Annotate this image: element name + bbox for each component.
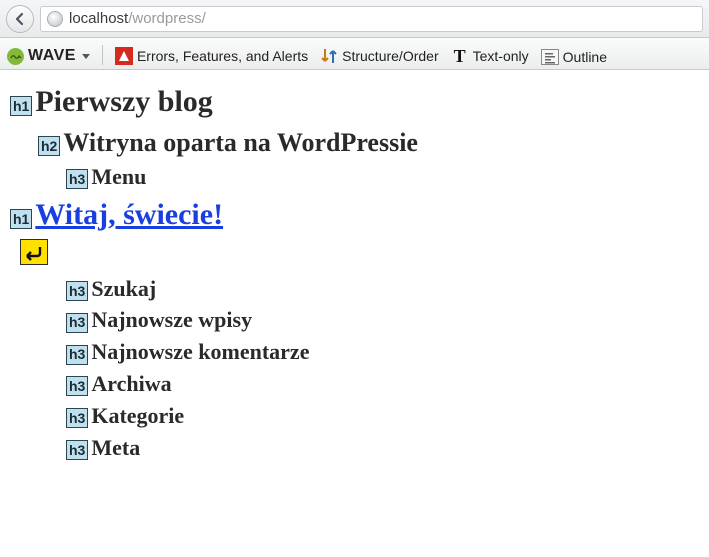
heading-badge-h3: h3 — [66, 345, 88, 365]
structure-icon — [320, 47, 338, 65]
heading-badge-h2: h2 — [38, 136, 60, 156]
outline-row: h2 Witryna oparta na WordPressie — [38, 124, 699, 162]
text-only-button[interactable]: T Text-only — [448, 45, 532, 69]
outline-icon — [541, 49, 559, 65]
heading-text: Pierwszy blog — [35, 80, 212, 124]
errors-features-alerts-button[interactable]: Errors, Features, and Alerts — [112, 45, 311, 69]
outline-row: h3 Meta — [66, 432, 699, 464]
heading-badge-h1: h1 — [10, 96, 32, 116]
heading-text: Witryna oparta na WordPressie — [63, 124, 418, 162]
errors-icon — [115, 47, 133, 65]
url-input[interactable]: localhost/wordpress/ — [40, 6, 703, 32]
url-host: localhost — [69, 10, 128, 27]
heading-text: Najnowsze komentarze — [91, 336, 309, 368]
heading-badge-h3: h3 — [66, 440, 88, 460]
text-only-label: Text-only — [473, 48, 529, 64]
outline-row: h3 Archiwa — [66, 368, 699, 400]
url-path: /wordpress/ — [128, 10, 206, 27]
errors-label: Errors, Features, and Alerts — [137, 48, 308, 64]
heading-badge-h3: h3 — [66, 408, 88, 428]
outline-row: h3 Szukaj — [66, 273, 699, 305]
back-button[interactable] — [6, 5, 34, 33]
text-icon: T — [451, 47, 469, 65]
heading-text: Archiwa — [91, 368, 171, 400]
heading-badge-h3: h3 — [66, 169, 88, 189]
outline-row: h1 Pierwszy blog — [10, 80, 699, 124]
wave-toolbar: WAVE Errors, Features, and Alerts Struct… — [0, 38, 709, 70]
heading-text: Najnowsze wpisy — [91, 304, 252, 336]
heading-text: Menu — [91, 161, 146, 193]
outline-label: Outline — [563, 49, 607, 65]
outline-row: h3 Najnowsze wpisy — [66, 304, 699, 336]
outline-row: h3 Menu — [66, 161, 699, 193]
heading-text: Kategorie — [91, 400, 184, 432]
url-text: localhost/wordpress/ — [69, 10, 206, 27]
outline-row: h3 Kategorie — [66, 400, 699, 432]
wave-menu-button[interactable]: WAVE — [4, 45, 93, 69]
outline-row: h3 Najnowsze komentarze — [66, 336, 699, 368]
wave-logo-icon — [7, 48, 24, 65]
outline-button[interactable]: Outline — [538, 47, 610, 69]
outline-row: h1 Witaj, świecie! — [10, 193, 699, 237]
redirect-warning-badge — [20, 239, 48, 265]
heading-link[interactable]: Witaj, świecie! — [35, 193, 223, 237]
structure-order-button[interactable]: Structure/Order — [317, 45, 441, 69]
redirect-arrow-icon — [24, 243, 44, 261]
heading-text: Meta — [91, 432, 140, 464]
heading-text: Szukaj — [91, 273, 156, 305]
page-outline: h1 Pierwszy blog h2 Witryna oparta na Wo… — [0, 70, 709, 474]
structure-label: Structure/Order — [342, 48, 438, 64]
wave-label: WAVE — [28, 47, 76, 65]
heading-badge-h3: h3 — [66, 376, 88, 396]
arrow-left-icon — [13, 12, 27, 26]
browser-address-bar: localhost/wordpress/ — [0, 0, 709, 38]
heading-badge-h3: h3 — [66, 313, 88, 333]
heading-badge-h1: h1 — [10, 209, 32, 229]
globe-icon — [47, 11, 63, 27]
heading-badge-h3: h3 — [66, 281, 88, 301]
toolbar-separator — [102, 45, 103, 65]
chevron-down-icon — [82, 54, 90, 61]
